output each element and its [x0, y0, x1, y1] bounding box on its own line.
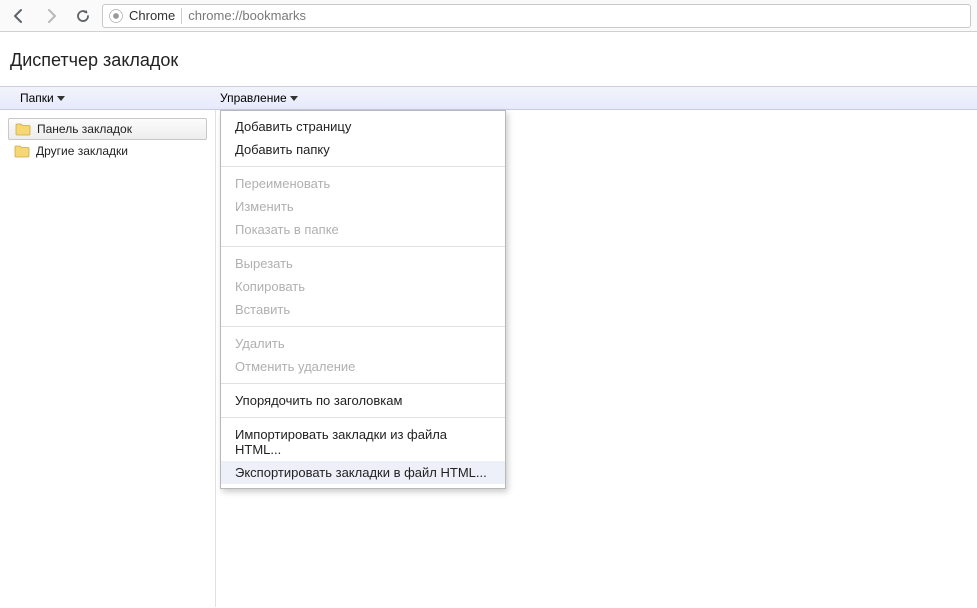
browser-toolbar: Chrome chrome://bookmarks: [0, 0, 977, 32]
menu-item[interactable]: Добавить папку: [221, 138, 505, 161]
folder-label: Панель закладок: [37, 122, 132, 136]
page-title: Диспетчер закладок: [0, 32, 977, 86]
menu-item: Вставить: [221, 298, 505, 321]
main-area: Панель закладок Другие закладки Добавить …: [0, 110, 977, 607]
forward-button[interactable]: [38, 3, 64, 29]
menu-item: Вырезать: [221, 252, 505, 275]
menu-separator: [221, 326, 505, 327]
menu-item: Изменить: [221, 195, 505, 218]
column-header-bar: Папки Управление: [0, 86, 977, 110]
reload-button[interactable]: [70, 3, 96, 29]
folder-row[interactable]: Панель закладок: [8, 118, 207, 140]
caret-down-icon: [290, 96, 298, 101]
manage-dropdown-menu: Добавить страницуДобавить папку Переимено…: [220, 110, 506, 489]
caret-down-icon: [57, 96, 65, 101]
folder-icon: [15, 122, 31, 136]
folders-sidebar: Панель закладок Другие закладки: [0, 110, 216, 607]
menu-item: Удалить: [221, 332, 505, 355]
menu-item[interactable]: Упорядочить по заголовкам: [221, 389, 505, 412]
address-bar[interactable]: Chrome chrome://bookmarks: [102, 4, 971, 28]
menu-separator: [221, 383, 505, 384]
manage-header-label: Управление: [220, 91, 287, 105]
folder-row[interactable]: Другие закладки: [8, 140, 207, 162]
menu-item[interactable]: Добавить страницу: [221, 115, 505, 138]
manage-column-header[interactable]: Управление: [216, 91, 298, 105]
menu-item: Переименовать: [221, 172, 505, 195]
menu-item[interactable]: Экспортировать закладки в файл HTML...: [221, 461, 505, 484]
menu-separator: [221, 166, 505, 167]
chrome-icon: [109, 9, 123, 23]
url-scheme-label: Chrome: [129, 8, 175, 23]
back-button[interactable]: [6, 3, 32, 29]
menu-separator: [221, 417, 505, 418]
menu-item: Отменить удаление: [221, 355, 505, 378]
folder-label: Другие закладки: [36, 144, 128, 158]
omnibox-divider: [181, 8, 182, 24]
menu-separator: [221, 246, 505, 247]
menu-item: Копировать: [221, 275, 505, 298]
url-text: chrome://bookmarks: [188, 8, 306, 23]
folders-column-header[interactable]: Папки: [0, 91, 216, 105]
menu-item: Показать в папке: [221, 218, 505, 241]
folders-header-label: Папки: [20, 91, 54, 105]
menu-item[interactable]: Импортировать закладки из файла HTML...: [221, 423, 505, 461]
content-panel: Добавить страницуДобавить папку Переимено…: [216, 110, 977, 607]
folder-icon: [14, 144, 30, 158]
